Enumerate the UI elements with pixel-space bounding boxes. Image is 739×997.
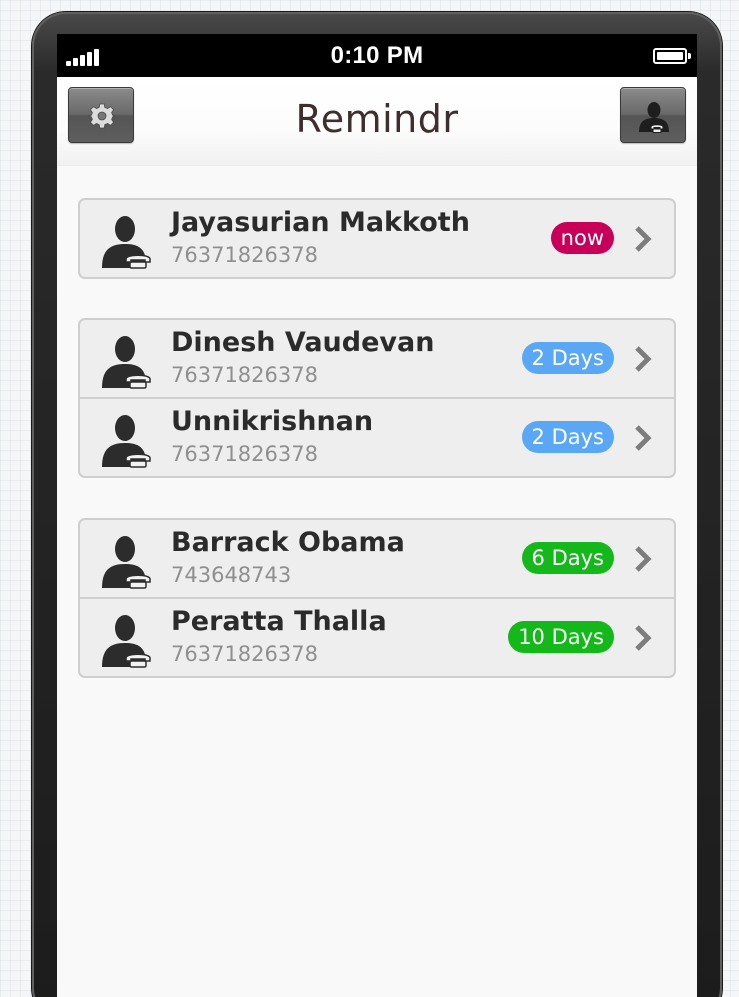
contact-phone: 76371826378 (171, 642, 318, 666)
battery-icon (653, 48, 691, 64)
list-item[interactable]: Peratta Thalla 76371826378 10 Days (80, 597, 674, 676)
contact-name: Dinesh Vaudevan (171, 327, 435, 358)
due-badge: 2 Days (521, 342, 614, 374)
contact-phone: 76371826378 (171, 363, 318, 387)
status-bar: 0:10 PM (57, 34, 697, 77)
due-badge: now (550, 222, 614, 254)
gear-icon (87, 103, 117, 129)
contact-name: Unnikrishnan (171, 406, 374, 437)
list-item[interactable]: Jayasurian Makkoth 76371826378 now (80, 200, 674, 277)
list-item[interactable]: Dinesh Vaudevan 76371826378 2 Days (80, 320, 674, 397)
contact-avatar-icon (102, 415, 151, 468)
chevron-right-icon (635, 226, 652, 252)
contact-avatar-icon (102, 615, 151, 668)
status-time: 0:10 PM (330, 42, 424, 69)
contact-avatar-icon (102, 336, 151, 389)
chevron-right-icon (635, 346, 652, 372)
app-screen: 0:10 PM Remindr Jayasurian Makkoth 76371… (57, 34, 697, 997)
due-badge: 6 Days (521, 542, 614, 574)
settings-button[interactable] (68, 87, 134, 143)
navigation-bar: Remindr (57, 77, 697, 166)
due-badge: 2 Days (521, 421, 614, 453)
reminder-group-3: Barrack Obama 743648743 6 Days Peratta T… (78, 518, 676, 678)
due-badge: 10 Days (508, 621, 614, 653)
contact-phone: 76371826378 (171, 243, 318, 267)
contact-phone: 743648743 (171, 563, 292, 587)
contact-name: Barrack Obama (171, 527, 405, 558)
list-item[interactable]: Unnikrishnan 76371826378 2 Days (80, 397, 674, 476)
chevron-right-icon (635, 546, 652, 572)
contact-avatar-icon (102, 536, 151, 589)
contact-name: Jayasurian Makkoth (171, 207, 470, 238)
chevron-right-icon (635, 625, 652, 651)
chevron-right-icon (635, 425, 652, 451)
reminder-group-1: Jayasurian Makkoth 76371826378 now (78, 198, 676, 279)
reminder-group-2: Dinesh Vaudevan 76371826378 2 Days Unnik… (78, 318, 676, 478)
add-contact-button[interactable] (620, 87, 686, 143)
list-item[interactable]: Barrack Obama 743648743 6 Days (80, 520, 674, 597)
app-title: Remindr (295, 97, 459, 141)
contact-phone-icon (639, 102, 669, 133)
contact-avatar-icon (102, 216, 151, 269)
contact-name: Peratta Thalla (171, 606, 387, 637)
contact-phone: 76371826378 (171, 442, 318, 466)
